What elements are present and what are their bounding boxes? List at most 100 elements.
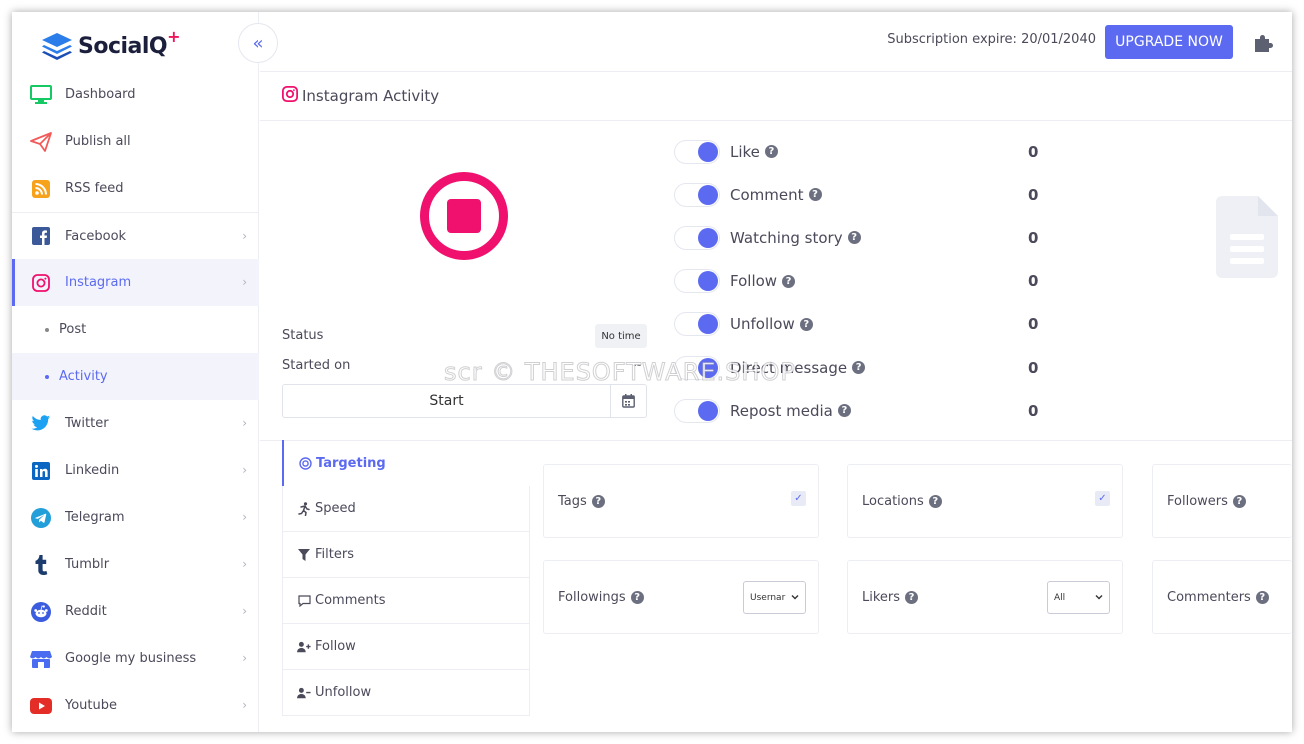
help-icon[interactable]: ?	[852, 361, 866, 375]
chevron-right-icon: ›	[242, 229, 247, 243]
help-icon[interactable]: ?	[782, 274, 796, 288]
chevron-down-icon	[1095, 595, 1103, 600]
help-icon[interactable]: ?	[764, 145, 778, 159]
activity-label: Watching story	[730, 228, 843, 247]
unfollow-toggle[interactable]	[674, 312, 720, 337]
sidebar-item-label: Twitter	[65, 416, 109, 431]
card-label: Followers	[1167, 493, 1228, 509]
sidebar-item-label: Tumblr	[65, 557, 110, 572]
sidebar-item-label: Facebook	[65, 228, 127, 244]
sidebar-item-google-my-business[interactable]: Google my business ›	[12, 635, 259, 682]
tab-targeting[interactable]: Targeting	[282, 440, 530, 486]
upgrade-now-button[interactable]: UPGRADE NOW	[1105, 25, 1233, 59]
sidebar-subitem-activity[interactable]: Activity	[12, 353, 259, 400]
activity-row-unfollow: Unfollow? 0	[674, 303, 1074, 346]
youtube-icon	[29, 694, 53, 718]
activity-label: Repost media	[730, 401, 833, 420]
collapse-sidebar-button[interactable]: «	[238, 23, 278, 63]
telegram-icon	[29, 506, 53, 530]
activity-count: 0	[1028, 401, 1039, 420]
like-toggle[interactable]	[674, 139, 720, 164]
sidebar-item-instagram[interactable]: Instagram ›	[12, 259, 259, 306]
tab-filters[interactable]: Filters	[282, 532, 530, 578]
tags-checkbox[interactable]: ✓	[791, 491, 806, 506]
help-icon[interactable]: ?	[1255, 590, 1269, 604]
help-icon[interactable]: ?	[847, 231, 861, 245]
followings-select[interactable]: Usernar	[743, 581, 806, 614]
start-button[interactable]: Start	[283, 385, 610, 417]
puzzle-icon[interactable]	[1252, 32, 1274, 54]
target-card-tags: Tags? ✓	[543, 464, 819, 538]
stop-activity-button[interactable]	[420, 172, 508, 260]
help-icon[interactable]: ?	[905, 590, 919, 604]
reddit-icon	[29, 600, 53, 624]
sidebar-item-rss-feed[interactable]: RSS feed	[12, 165, 259, 212]
sidebar-item-telegram[interactable]: Telegram ›	[12, 494, 259, 541]
sidebar-item-reddit[interactable]: Reddit ›	[12, 588, 259, 635]
locations-checkbox[interactable]: ✓	[1095, 491, 1110, 506]
repost-media-toggle[interactable]	[674, 398, 720, 423]
activity-count: 0	[1028, 185, 1039, 204]
chevron-right-icon: ›	[242, 557, 247, 571]
help-icon[interactable]: ?	[630, 590, 644, 604]
brand-logo[interactable]: SocialQ +	[40, 26, 181, 66]
tab-unfollow[interactable]: Unfollow	[282, 670, 530, 716]
monitor-icon	[29, 83, 53, 107]
stop-icon	[447, 199, 481, 233]
sidebar-item-linkedin[interactable]: Linkedin ›	[12, 447, 259, 494]
target-icon	[298, 456, 312, 470]
tab-follow[interactable]: Follow	[282, 624, 530, 670]
sidebar-item-label: Reddit	[65, 604, 107, 619]
help-icon[interactable]: ?	[1232, 494, 1246, 508]
help-icon[interactable]: ?	[837, 404, 851, 418]
tab-label: Unfollow	[315, 685, 372, 700]
activity-row-comment: Comment? 0	[674, 173, 1074, 216]
user-minus-icon	[297, 687, 311, 699]
activity-count: 0	[1028, 272, 1039, 291]
tab-comments[interactable]: Comments	[282, 578, 530, 624]
settings-tabs: Targeting Speed Filters Comments Follow …	[282, 440, 530, 716]
sidebar-item-dashboard[interactable]: Dashboard	[12, 71, 259, 118]
sidebar-item-label: Telegram	[65, 510, 125, 525]
sidebar-item-label: Activity	[59, 369, 108, 384]
sidebar-item-twitter[interactable]: Twitter ›	[12, 400, 259, 447]
sidebar-item-tumblr[interactable]: Tumblr ›	[12, 541, 259, 588]
status-badge: No time	[595, 324, 647, 348]
follow-toggle[interactable]	[674, 269, 720, 294]
twitter-icon	[29, 412, 53, 436]
app-window: SocialQ + Dashboard Publish all RSS feed…	[12, 12, 1292, 732]
help-icon[interactable]: ?	[799, 317, 813, 331]
instagram-icon	[282, 86, 298, 106]
sidebar-item-publish-all[interactable]: Publish all	[12, 118, 259, 165]
target-card-followings: Followings? Usernar	[543, 560, 819, 634]
likers-select[interactable]: All	[1047, 581, 1110, 614]
activity-row-watching-story: Watching story? 0	[674, 216, 1074, 259]
watching-story-toggle[interactable]	[674, 225, 720, 250]
chevron-right-icon: ›	[242, 604, 247, 618]
sidebar-item-facebook[interactable]: Facebook ›	[12, 212, 259, 259]
sidebar-item-youtube[interactable]: Youtube ›	[12, 682, 259, 729]
direct-message-toggle[interactable]	[674, 355, 720, 380]
status-label: Status	[282, 328, 324, 343]
started-on-value: --	[632, 358, 642, 373]
help-icon[interactable]: ?	[928, 494, 942, 508]
chevron-right-icon: ›	[242, 651, 247, 665]
activity-label: Like	[730, 142, 760, 161]
chevron-right-icon: ›	[242, 416, 247, 430]
calendar-button[interactable]	[610, 385, 646, 417]
tab-speed[interactable]: Speed	[282, 486, 530, 532]
help-icon[interactable]: ?	[808, 188, 822, 202]
comment-toggle[interactable]	[674, 182, 720, 207]
help-icon[interactable]: ?	[591, 494, 605, 508]
activity-count: 0	[1028, 358, 1039, 377]
brand-plus: +	[167, 26, 181, 46]
sidebar-item-label: Dashboard	[65, 87, 136, 102]
layers-logo-icon	[42, 33, 72, 60]
chevron-right-icon: ›	[242, 275, 247, 289]
tab-label: Comments	[315, 593, 386, 608]
sidebar-subitem-post[interactable]: Post	[12, 306, 259, 353]
chevron-right-icon: ›	[242, 698, 247, 712]
sidebar-item-label: Publish all	[65, 134, 131, 149]
paper-plane-icon	[29, 130, 53, 154]
select-value: Usernar	[750, 592, 786, 603]
